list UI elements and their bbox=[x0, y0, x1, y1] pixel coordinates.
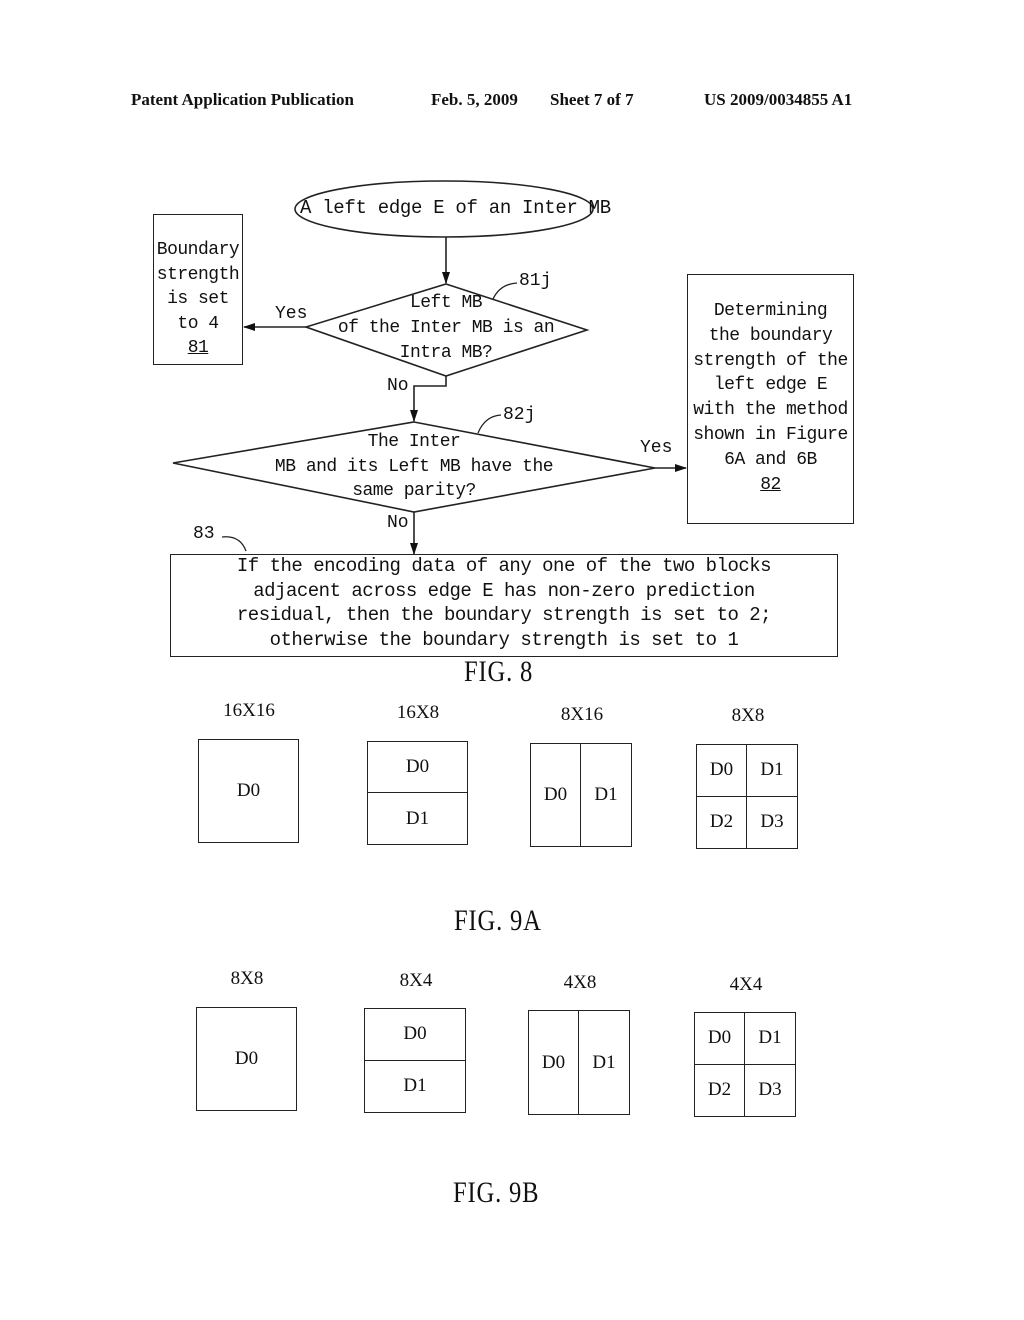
box-81-line: strength bbox=[156, 264, 240, 285]
partition-cell: D0 bbox=[234, 1048, 259, 1069]
box-83-text: If the encoding data of any one of the t… bbox=[170, 554, 838, 652]
box-81-line: to 4 bbox=[177, 313, 219, 334]
arrow-decision1-no bbox=[410, 376, 447, 422]
partition-8x16: D0 D1 bbox=[530, 743, 632, 847]
partition-8x8: D0 D1 D2 D3 bbox=[696, 744, 798, 849]
box-81-ref: 81 bbox=[187, 338, 209, 358]
decision1-yes-label: Yes bbox=[275, 304, 308, 324]
partition-cell: D2 bbox=[695, 1064, 745, 1116]
box-82-ref: 82 bbox=[760, 474, 781, 495]
partition-cell: D1 bbox=[592, 1051, 616, 1073]
partition-8x8: D0 bbox=[196, 1007, 297, 1111]
partition-cell: D0 bbox=[368, 742, 467, 793]
box-81-line: is set bbox=[167, 289, 229, 309]
box-82-line: left edge E bbox=[713, 375, 828, 396]
box-82-line: shown in Figure bbox=[693, 424, 848, 445]
box-82-line: with the method bbox=[693, 400, 848, 421]
box-82-text: Determining the boundary strength of the… bbox=[687, 299, 854, 497]
decision2-no-label: No bbox=[387, 513, 409, 533]
decision1-line: Intra MB? bbox=[399, 343, 493, 363]
decision1-no-label: No bbox=[387, 376, 409, 396]
partition-cell: D1 bbox=[745, 1013, 795, 1065]
partition-cell: D0 bbox=[529, 1011, 579, 1114]
ref-81j: 81j bbox=[519, 271, 552, 291]
box-83-line: otherwise the boundary strength is set t… bbox=[269, 628, 739, 651]
partition-title: 16X16 bbox=[223, 700, 275, 721]
decision2-line: MB and its Left MB have the bbox=[274, 456, 554, 477]
box-82-line: Determining bbox=[713, 301, 828, 321]
decision1-line: Left MB bbox=[409, 293, 483, 313]
decision2-line: same parity? bbox=[352, 481, 476, 501]
partition-cell: D2 bbox=[697, 796, 747, 848]
partition-cell: D1 bbox=[405, 807, 430, 829]
ref-83-leader bbox=[221, 536, 247, 552]
partition-8x4: D0 D1 bbox=[364, 1008, 466, 1113]
partition-title: 4X4 bbox=[729, 974, 763, 995]
partition-cell: D0 bbox=[531, 744, 581, 846]
partition-cell: D1 bbox=[747, 745, 797, 797]
decision2-yes-label: Yes bbox=[640, 438, 673, 458]
box-82-line: 6A and 6B bbox=[724, 449, 817, 470]
partition-title: 8X16 bbox=[560, 704, 604, 725]
fig9b-caption: FIG. 9B bbox=[453, 1176, 540, 1209]
decision1-text: Left MB of the Inter MB is an Intra MB? bbox=[316, 291, 576, 366]
box-81-line: Boundary bbox=[156, 240, 240, 260]
partition-cell: D0 bbox=[697, 745, 747, 797]
decision2-line: The Inter bbox=[367, 432, 461, 452]
partition-16x16: D0 bbox=[198, 739, 299, 843]
start-terminal-label: A left edge E of an Inter MB bbox=[300, 197, 611, 219]
partition-title: 16X8 bbox=[396, 702, 440, 723]
partition-cell: D1 bbox=[594, 784, 618, 805]
box-83-line: If the encoding data of any one of the t… bbox=[236, 555, 772, 577]
ref-83: 83 bbox=[193, 524, 215, 544]
partition-cell: D3 bbox=[760, 811, 784, 833]
box-81-text: Boundary strength is set to 4 81 bbox=[153, 238, 243, 361]
decision1-line: of the Inter MB is an bbox=[337, 318, 555, 338]
partition-4x4: D0 D1 D2 D3 bbox=[694, 1012, 796, 1117]
decision2-text: The Inter MB and its Left MB have the sa… bbox=[234, 430, 594, 504]
box-83-line: adjacent across edge E has non-zero pred… bbox=[253, 579, 755, 602]
partition-title: 8X8 bbox=[230, 968, 264, 989]
box-82-line: strength of the bbox=[693, 350, 848, 371]
partition-cell: D1 bbox=[403, 1075, 427, 1097]
partition-title: 8X4 bbox=[399, 970, 433, 991]
partition-cell: D3 bbox=[758, 1079, 782, 1101]
partition-16x8: D0 D1 bbox=[367, 741, 468, 845]
partition-4x8: D0 D1 bbox=[528, 1010, 630, 1115]
partition-title: 8X8 bbox=[731, 705, 765, 726]
fig8-caption: FIG. 8 bbox=[464, 655, 534, 688]
ref-82j: 82j bbox=[503, 405, 536, 425]
partition-cell: D0 bbox=[695, 1013, 745, 1065]
fig9a-caption: FIG. 9A bbox=[454, 904, 542, 937]
partition-cell: D0 bbox=[365, 1009, 465, 1061]
box-82-line: the boundary bbox=[708, 325, 833, 346]
partition-cell: D0 bbox=[236, 780, 261, 801]
box-83-line: residual, then the boundary strength is … bbox=[236, 604, 772, 626]
partition-title: 4X8 bbox=[563, 972, 597, 993]
